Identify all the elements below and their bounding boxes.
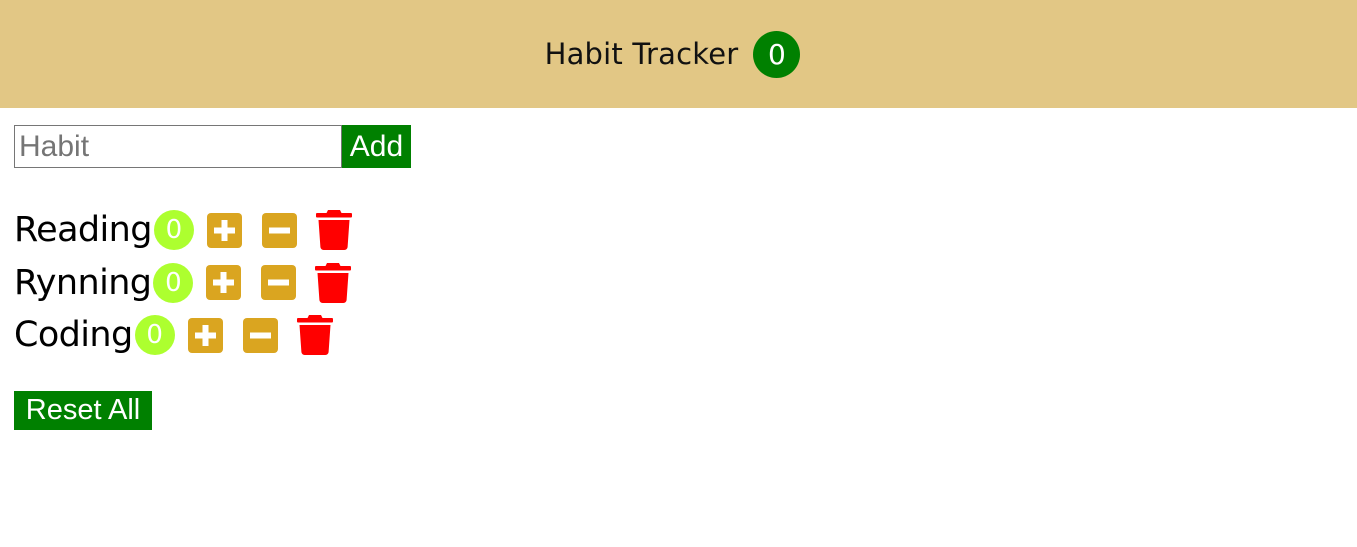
habit-list: Reading 0 Rynning 0 Coding 0	[14, 204, 352, 362]
trash-icon	[315, 210, 352, 251]
minus-square-icon	[261, 212, 297, 248]
minus-square-icon	[242, 317, 278, 353]
navbar: Habit Tracker 0	[0, 0, 1357, 108]
navbar-brand: Habit Tracker 0	[0, 30, 1357, 78]
minus-square-icon	[261, 265, 297, 301]
plus-square-icon	[206, 212, 242, 248]
decrement-button[interactable]	[261, 212, 297, 248]
habit-count-badge: 0	[134, 315, 175, 356]
total-count-badge: 0	[753, 30, 801, 78]
increment-button[interactable]	[206, 265, 242, 301]
habit-input[interactable]	[14, 125, 342, 168]
delete-button[interactable]	[296, 315, 333, 356]
habit-row: Rynning 0	[14, 257, 352, 310]
habit-row: Coding 0	[14, 309, 352, 362]
plus-square-icon	[206, 265, 242, 301]
app-title: Habit Tracker	[544, 37, 739, 71]
trash-icon	[296, 315, 333, 356]
habit-name: Rynning	[14, 262, 152, 303]
habit-name: Reading	[14, 210, 152, 251]
reset-all-button[interactable]: Reset All	[14, 391, 152, 430]
delete-button[interactable]	[315, 210, 352, 251]
add-button[interactable]: Add	[342, 125, 411, 168]
decrement-button[interactable]	[261, 265, 297, 301]
trash-icon	[315, 262, 352, 303]
habit-row: Reading 0	[14, 204, 352, 257]
habit-count-badge: 0	[153, 262, 194, 303]
decrement-button[interactable]	[242, 317, 278, 353]
habit-name: Coding	[14, 315, 133, 356]
plus-square-icon	[187, 317, 223, 353]
increment-button[interactable]	[206, 212, 242, 248]
habit-count-badge: 0	[153, 210, 194, 251]
increment-button[interactable]	[187, 317, 223, 353]
add-habit-form: Add	[14, 125, 411, 168]
delete-button[interactable]	[315, 262, 352, 303]
